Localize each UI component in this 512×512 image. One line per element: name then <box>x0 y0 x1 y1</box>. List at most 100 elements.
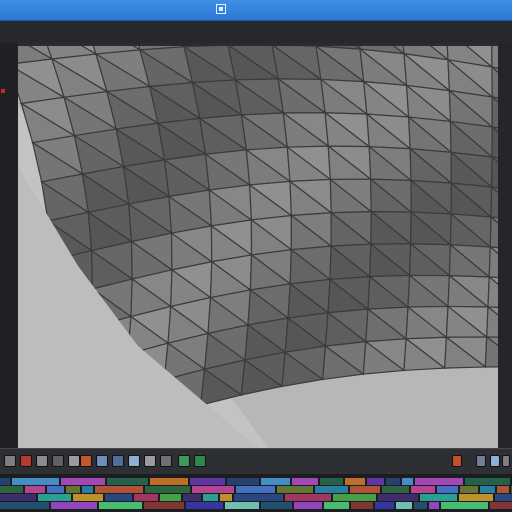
timeline-clip[interactable] <box>95 486 143 493</box>
film-icon[interactable] <box>160 455 172 467</box>
timeline-panel[interactable] <box>0 474 512 512</box>
timeline-clip[interactable] <box>386 478 400 485</box>
timeline-clip[interactable] <box>420 494 457 501</box>
timeline-clip[interactable] <box>38 494 71 501</box>
keyframe-icon[interactable] <box>80 455 92 467</box>
timeline-clip[interactable] <box>105 494 132 501</box>
timeline-clip[interactable] <box>220 494 232 501</box>
timeline-clip[interactable] <box>66 486 80 493</box>
view-icon[interactable] <box>476 455 486 467</box>
maximize-icon[interactable] <box>490 455 500 467</box>
timeline-track[interactable] <box>0 486 512 493</box>
timeline-clip[interactable] <box>367 478 384 485</box>
timeline-clip[interactable] <box>382 486 409 493</box>
timeline-clip[interactable] <box>261 478 290 485</box>
timeline-clip[interactable] <box>285 494 331 501</box>
timeline-clip[interactable] <box>497 486 509 493</box>
timeline-clip[interactable] <box>51 502 97 509</box>
left-panel <box>0 43 18 448</box>
timeline-track[interactable] <box>0 478 512 485</box>
timeline-clip[interactable] <box>411 486 435 493</box>
timeline-clip[interactable] <box>73 494 103 501</box>
grid-icon[interactable] <box>144 455 156 467</box>
render-settings-icon[interactable] <box>452 455 462 467</box>
timeline-clip[interactable] <box>402 478 413 485</box>
timeline-clip[interactable] <box>234 494 283 501</box>
timeline-clip[interactable] <box>333 494 376 501</box>
mesh-canvas[interactable] <box>18 46 498 448</box>
menu-strip <box>0 21 512 43</box>
timeline-clip[interactable] <box>429 502 439 509</box>
timeline-clip[interactable] <box>203 494 218 501</box>
timeline-clip[interactable] <box>459 494 493 501</box>
camera-icon[interactable] <box>36 455 48 467</box>
monitor-icon[interactable] <box>128 455 140 467</box>
timeline-clip[interactable] <box>25 486 45 493</box>
timeline-clip[interactable] <box>0 486 23 493</box>
timeline-clip[interactable] <box>225 502 259 509</box>
timeline-clip[interactable] <box>227 478 259 485</box>
timeline-track[interactable] <box>0 494 512 501</box>
mesh-face <box>488 245 498 279</box>
timeline-clip[interactable] <box>396 502 412 509</box>
timeline-clip[interactable] <box>145 486 190 493</box>
frame-icon[interactable] <box>52 455 64 467</box>
key-icon[interactable] <box>96 455 108 467</box>
play-icon[interactable] <box>194 455 206 467</box>
mesh-face <box>490 185 498 219</box>
timeline-clip[interactable] <box>160 494 181 501</box>
timeline-clip[interactable] <box>351 502 373 509</box>
timeline-clip[interactable] <box>186 502 223 509</box>
timeline-clip[interactable] <box>192 486 234 493</box>
timeline-clip[interactable] <box>0 494 36 501</box>
timeline-clip[interactable] <box>315 486 348 493</box>
record-icon[interactable] <box>20 455 32 467</box>
3d-viewport[interactable] <box>18 46 498 448</box>
move-icon[interactable] <box>68 455 80 467</box>
timeline-clip[interactable] <box>277 486 313 493</box>
timeline-clip[interactable] <box>320 478 343 485</box>
window-icon[interactable] <box>216 4 226 14</box>
timeline-clip[interactable] <box>460 486 478 493</box>
timeline-clip[interactable] <box>350 486 380 493</box>
timeline-clip[interactable] <box>236 486 275 493</box>
timeline-clip[interactable] <box>378 494 418 501</box>
timeline-clip[interactable] <box>292 478 318 485</box>
bottom-toolbar <box>0 448 512 475</box>
timeline-clip[interactable] <box>261 502 292 509</box>
timeline-clip[interactable] <box>437 486 458 493</box>
stop-icon[interactable] <box>4 455 16 467</box>
timeline-clip[interactable] <box>441 502 488 509</box>
title-bar <box>0 0 512 21</box>
layout-icon[interactable] <box>502 455 510 467</box>
timeline-clip[interactable] <box>99 502 142 509</box>
timeline-clip[interactable] <box>465 478 510 485</box>
timeline-clip[interactable] <box>183 494 201 501</box>
timeline-clip[interactable] <box>0 502 49 509</box>
right-panel <box>498 43 512 448</box>
timeline-clip[interactable] <box>61 478 105 485</box>
timeline-clip[interactable] <box>294 502 322 509</box>
timeline-clip[interactable] <box>480 486 495 493</box>
timeline-clip[interactable] <box>12 478 59 485</box>
mesh-face <box>489 215 498 249</box>
timeline-clip[interactable] <box>414 502 427 509</box>
timeline-clip[interactable] <box>134 494 158 501</box>
timeline-clip[interactable] <box>345 478 365 485</box>
timeline-clip[interactable] <box>107 478 148 485</box>
timeline-clip[interactable] <box>495 494 512 501</box>
timeline-track[interactable] <box>0 502 512 509</box>
timeline-clip[interactable] <box>82 486 93 493</box>
timeline-clip[interactable] <box>47 486 64 493</box>
timeline-clip[interactable] <box>144 502 184 509</box>
timeline-clip[interactable] <box>190 478 225 485</box>
display-icon[interactable] <box>112 455 124 467</box>
timeline-clip[interactable] <box>415 478 463 485</box>
timeline-clip[interactable] <box>490 502 512 509</box>
app-window <box>0 0 512 512</box>
render-icon[interactable] <box>178 455 190 467</box>
timeline-clip[interactable] <box>375 502 394 509</box>
timeline-clip[interactable] <box>150 478 188 485</box>
timeline-clip[interactable] <box>324 502 349 509</box>
timeline-clip[interactable] <box>0 478 10 485</box>
